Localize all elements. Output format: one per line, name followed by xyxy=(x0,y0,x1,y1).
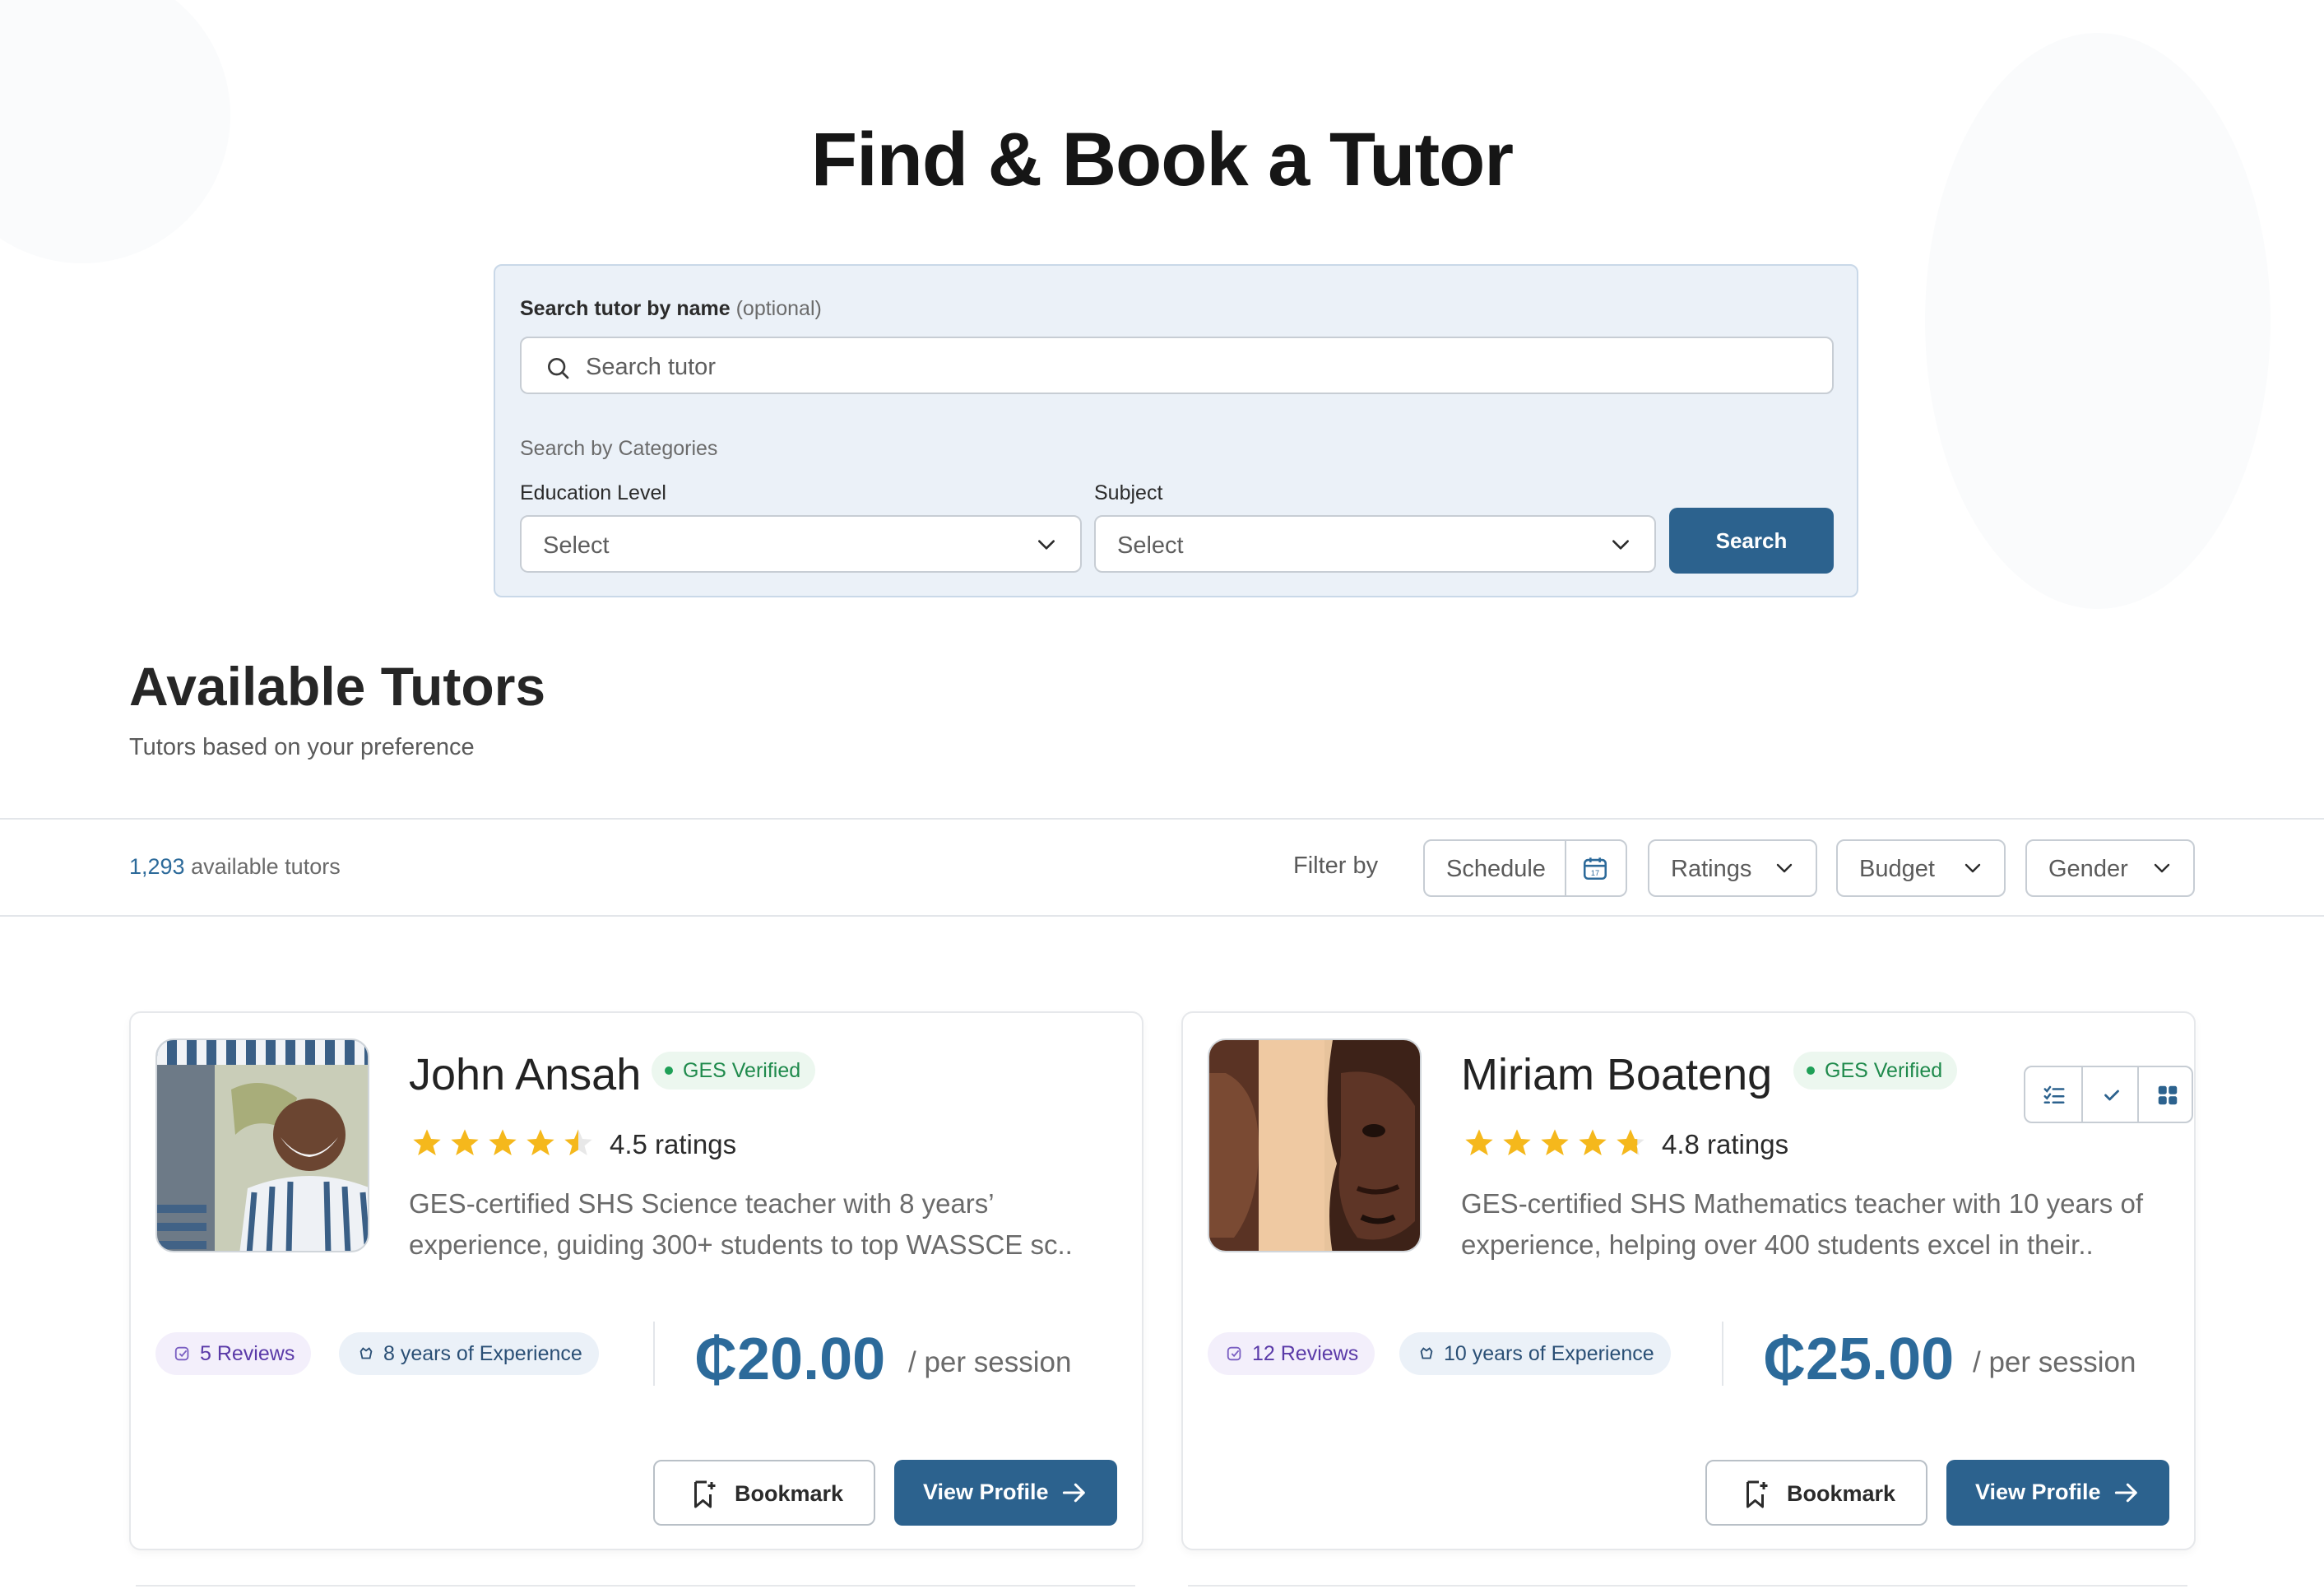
next-card-edge xyxy=(136,1585,1135,1589)
experience-pill: 8 years of Experience xyxy=(339,1332,599,1375)
view-profile-button[interactable]: View Profile xyxy=(1946,1460,2169,1526)
search-placeholder: Search tutor xyxy=(586,354,716,380)
tutor-description: GES-certified SHS Mathematics teacher wi… xyxy=(1461,1188,2143,1260)
star-icon xyxy=(526,1129,554,1155)
chevron-down-icon xyxy=(1612,540,1629,550)
star-icon xyxy=(1579,1129,1607,1155)
tutor-name: John Ansah xyxy=(409,1050,642,1099)
star-icon xyxy=(451,1129,479,1155)
rating-text: 4.8 ratings xyxy=(1662,1129,1789,1159)
star-half-icon xyxy=(564,1129,592,1155)
view-toggle xyxy=(2024,1066,2193,1123)
star-icon xyxy=(1541,1129,1569,1155)
search-input[interactable]: Search tutor xyxy=(520,337,1834,394)
tutor-name: Miriam Boateng xyxy=(1461,1050,1773,1099)
tutor-price: ₵20.00 xyxy=(694,1326,886,1392)
chevron-down-icon xyxy=(2154,863,2170,873)
chevron-down-icon xyxy=(1776,863,1793,873)
page-title: Find & Book a Tutor xyxy=(810,118,1514,202)
budget-filter[interactable]: Budget xyxy=(1836,839,2006,897)
schedule-filter[interactable]: Schedule 17 xyxy=(1423,839,1627,897)
arrow-right-icon xyxy=(1062,1483,1085,1503)
chevron-down-icon xyxy=(1964,863,1981,873)
education-level-select[interactable]: Select xyxy=(520,515,1082,573)
search-icon xyxy=(548,358,569,379)
badge-icon xyxy=(360,1347,373,1359)
check-icon xyxy=(2104,1090,2119,1101)
checklist-icon xyxy=(2043,1085,2065,1103)
star-icon xyxy=(1503,1129,1531,1155)
tutor-count: 1,293 available tutors xyxy=(129,854,341,879)
subject-select[interactable]: Select xyxy=(1094,515,1656,573)
chevron-down-icon xyxy=(1038,540,1055,550)
price-unit: / per session xyxy=(908,1346,1072,1378)
tutor-card: John Ansah GES Verified 4.5 ratings GES-… xyxy=(129,1011,1143,1550)
view-profile-button[interactable]: View Profile xyxy=(894,1460,1117,1526)
next-card-edge xyxy=(1188,1585,2187,1589)
grid-icon xyxy=(2158,1085,2178,1105)
star-icon xyxy=(489,1129,517,1155)
svg-text:17: 17 xyxy=(1591,869,1599,877)
calendar-icon: 17 xyxy=(1583,857,1607,880)
section-subtitle: Tutors based on your preference xyxy=(129,734,475,760)
star-icon xyxy=(1465,1129,1493,1155)
review-icon xyxy=(1227,1346,1241,1361)
tutor-avatar xyxy=(1208,1038,1422,1252)
star-icon xyxy=(413,1129,441,1155)
review-icon xyxy=(174,1346,189,1361)
arrow-right-icon xyxy=(2114,1483,2137,1503)
price-unit: / per session xyxy=(1973,1346,2136,1378)
categories-label: Search by Categories xyxy=(520,437,718,460)
list-view-button[interactable] xyxy=(2025,1067,2081,1122)
education-level-label: Education Level xyxy=(520,481,666,504)
star-half-icon xyxy=(1617,1129,1644,1155)
bookmark-button[interactable]: Bookmark xyxy=(1705,1460,1927,1526)
ratings-filter[interactable]: Ratings xyxy=(1648,839,1817,897)
bookmark-icon xyxy=(1746,1480,1768,1508)
search-button[interactable]: Search xyxy=(1669,508,1834,574)
section-title: Available Tutors xyxy=(129,656,546,717)
check-button[interactable] xyxy=(2081,1067,2137,1122)
rating-text: 4.5 ratings xyxy=(610,1129,737,1159)
reviews-pill[interactable]: 12 Reviews xyxy=(1208,1332,1375,1375)
tutor-avatar xyxy=(155,1038,369,1252)
reviews-pill[interactable]: 5 Reviews xyxy=(155,1332,312,1375)
experience-pill: 10 years of Experience xyxy=(1399,1332,1671,1375)
filter-by-label: Filter by xyxy=(1293,853,1379,879)
search-label: Search tutor by name (optional) xyxy=(520,297,822,320)
rating-stars xyxy=(409,1127,598,1159)
verified-badge: GES Verified xyxy=(652,1052,816,1090)
tutor-price: ₵25.00 xyxy=(1763,1326,1955,1392)
subject-label: Subject xyxy=(1094,481,1163,504)
gender-filter[interactable]: Gender xyxy=(2025,839,2195,897)
badge-icon xyxy=(1420,1347,1433,1359)
grid-view-button[interactable] xyxy=(2137,1067,2193,1122)
search-panel: Search tutor by name (optional) Search t… xyxy=(494,264,1858,597)
tutor-description: GES-certified SHS Science teacher with 8… xyxy=(409,1188,1073,1260)
bookmark-icon xyxy=(694,1480,716,1508)
rating-stars xyxy=(1461,1127,1650,1159)
bookmark-button[interactable]: Bookmark xyxy=(653,1460,875,1526)
filter-bar: 1,293 available tutors Filter by Schedul… xyxy=(0,818,2324,917)
verified-badge: GES Verified xyxy=(1793,1052,1958,1090)
